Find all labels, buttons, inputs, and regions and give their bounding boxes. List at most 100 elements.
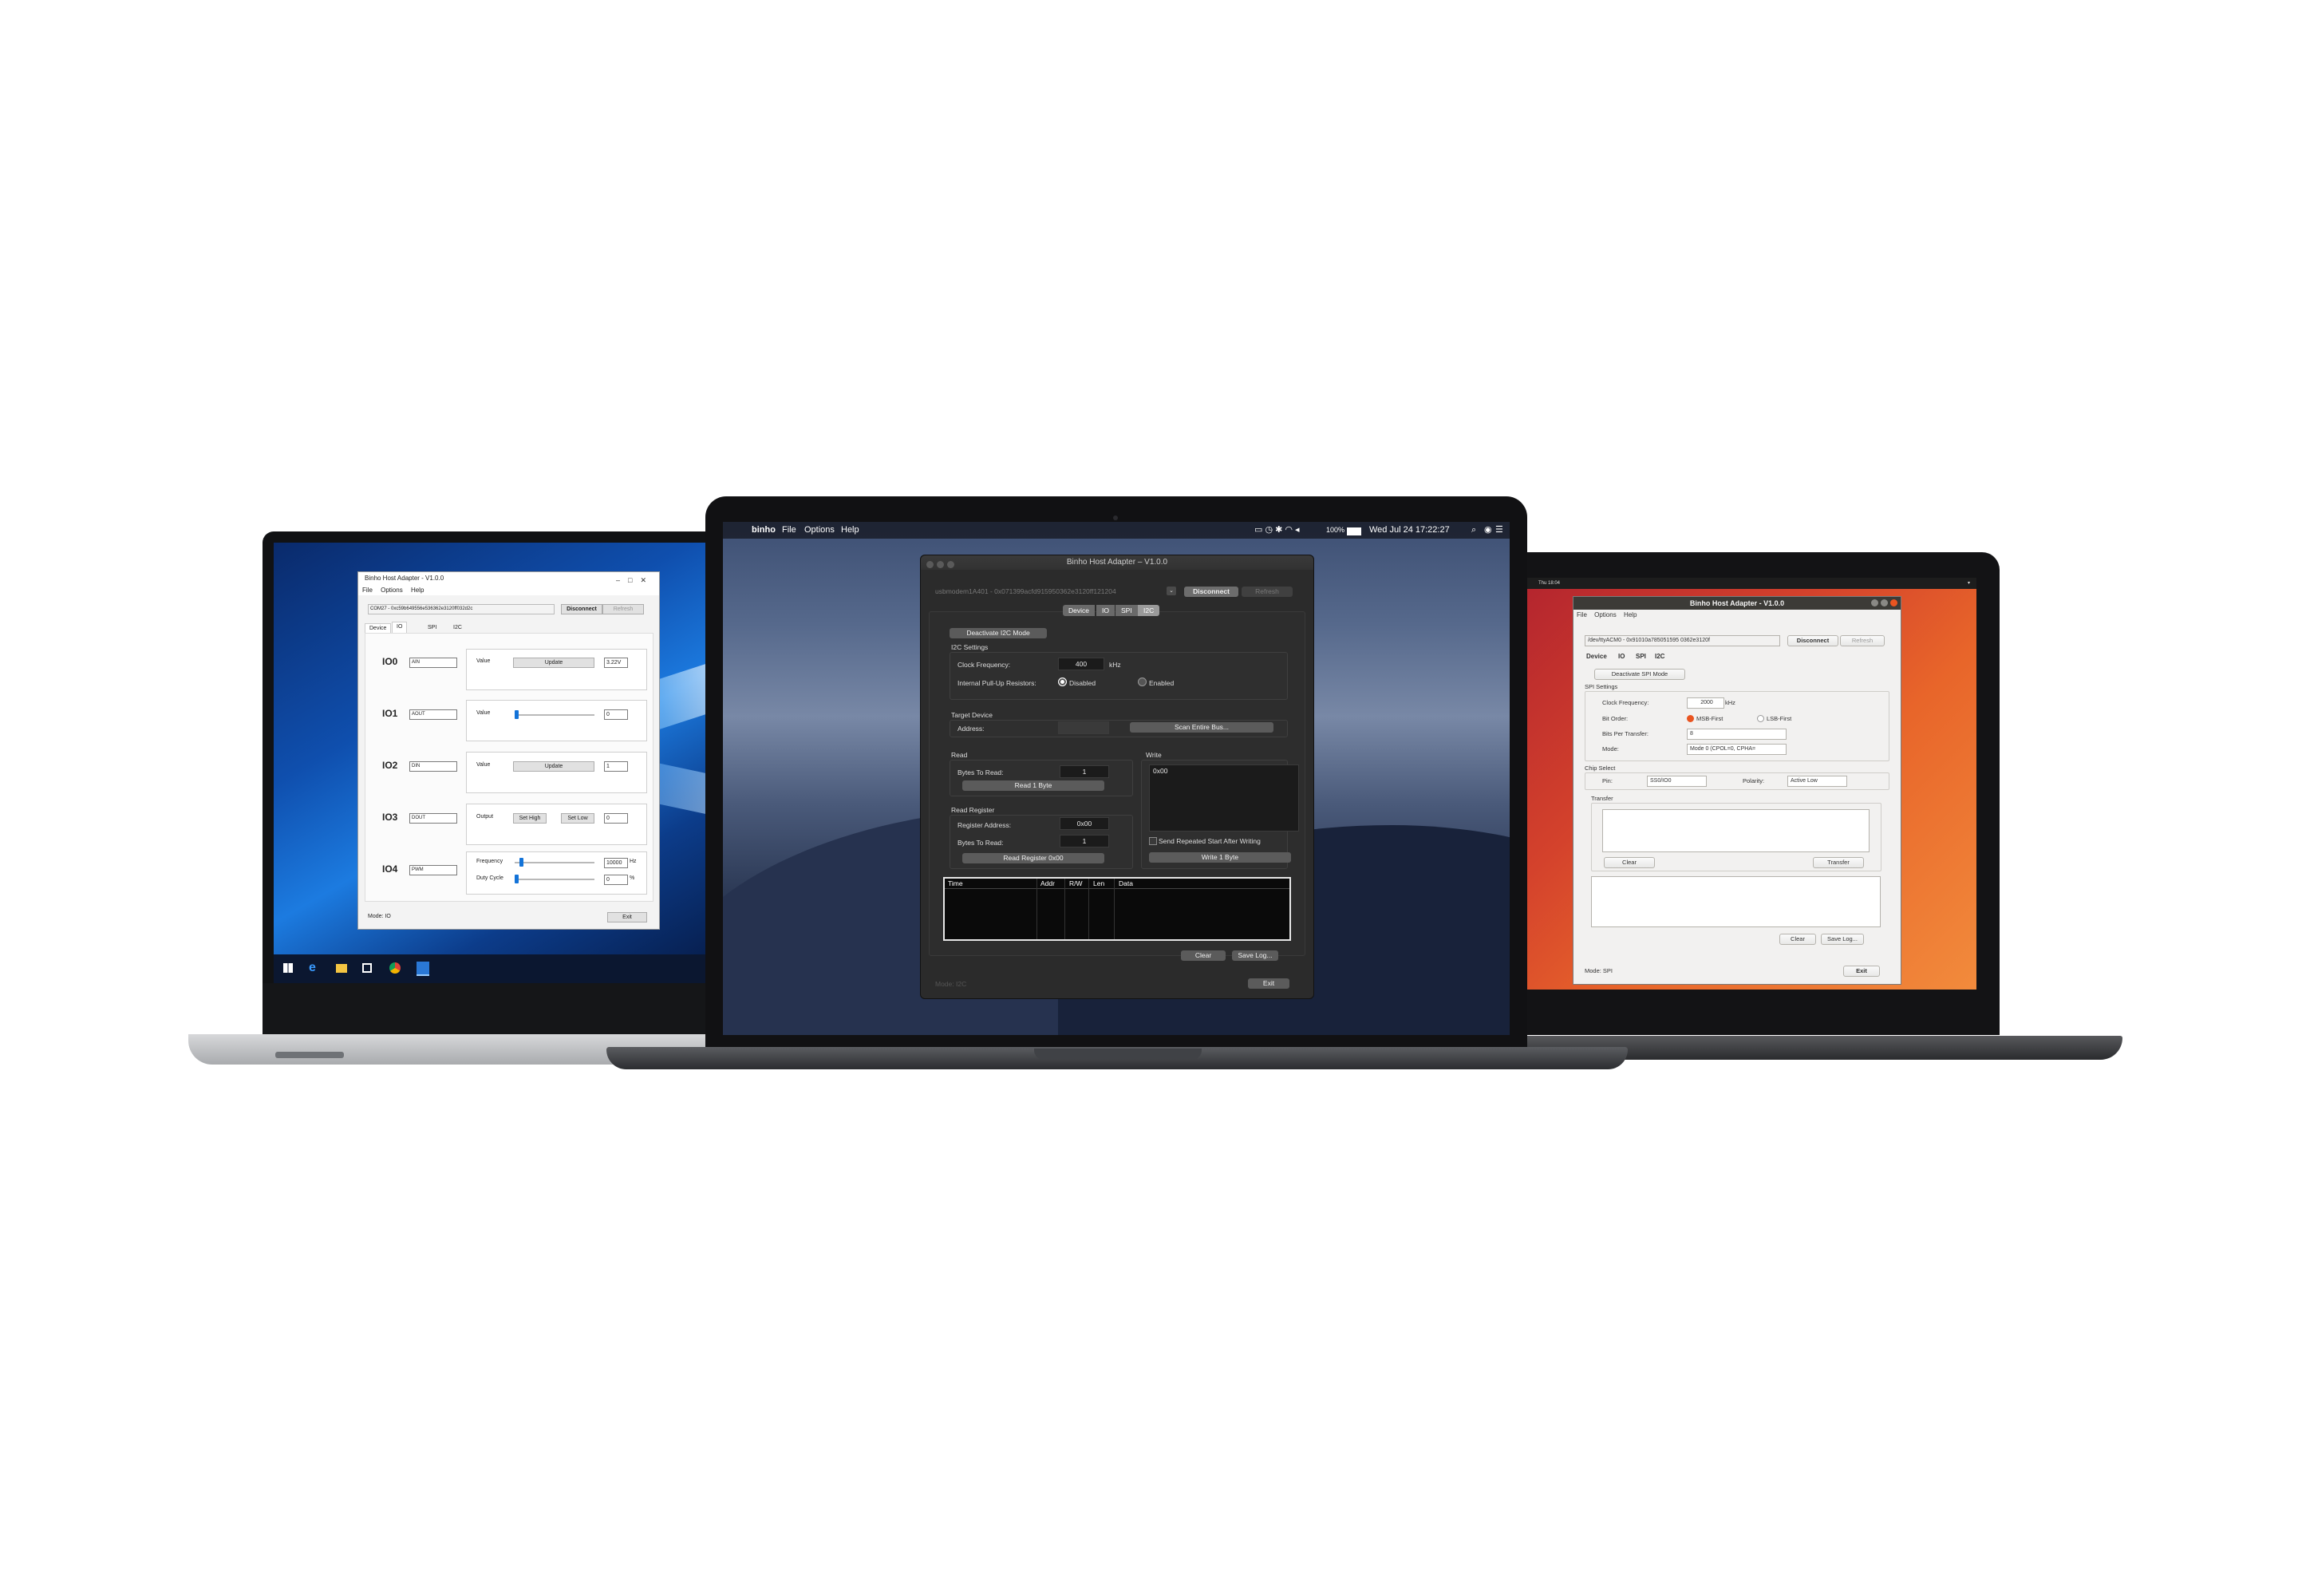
tab-io[interactable]: IO <box>392 622 408 634</box>
register-address-field[interactable]: 0x00 <box>1060 817 1109 830</box>
io4-duty-track[interactable] <box>515 879 594 880</box>
io0-update-button[interactable]: Update <box>513 658 594 668</box>
close-icon[interactable] <box>1890 599 1897 606</box>
io3-set-low-button[interactable]: Set Low <box>561 813 594 824</box>
refresh-button[interactable]: Refresh <box>1840 635 1885 646</box>
io4-frequency-field[interactable]: 10000 <box>604 858 628 868</box>
io3-set-high-button[interactable]: Set High <box>513 813 547 824</box>
pin-select[interactable]: SS0/IO0 <box>1647 776 1707 787</box>
clock-frequency-field[interactable]: 2000 <box>1687 697 1724 709</box>
tab-device[interactable]: Device <box>1063 605 1095 616</box>
io4-duty-thumb[interactable] <box>515 875 519 883</box>
tab-spi[interactable]: SPI <box>1636 653 1646 660</box>
binho-app-icon[interactable] <box>417 962 429 976</box>
read-byte-button[interactable]: Read 1 Byte <box>962 780 1104 791</box>
chrome-icon[interactable] <box>389 962 401 974</box>
window-titlebar[interactable]: Binho Host Adapter - V1.0.0 –□✕ <box>358 572 659 585</box>
spi-mode-select[interactable]: Mode 0 (CPOL=0, CPHA= <box>1687 744 1787 755</box>
io1-slider-track[interactable] <box>515 714 594 716</box>
disconnect-button[interactable]: Disconnect <box>561 604 602 614</box>
log-output[interactable] <box>1591 876 1881 927</box>
menu-help[interactable]: Help <box>411 587 424 594</box>
transaction-log-table[interactable]: Time Addr R/W Len Data <box>943 877 1291 941</box>
menubar-clock[interactable]: Wed Jul 24 17:22:27 <box>1369 522 1450 539</box>
transfer-data-field[interactable] <box>1602 809 1870 852</box>
edge-icon[interactable]: e <box>309 961 316 975</box>
mac-menu-options[interactable]: Options <box>804 522 835 539</box>
maximize-icon[interactable] <box>1881 599 1888 606</box>
bytes-to-read-field[interactable]: 1 <box>1060 765 1109 778</box>
disconnect-button[interactable]: Disconnect <box>1787 635 1838 646</box>
io2-mode-select[interactable]: DIN <box>409 761 457 772</box>
register-bytes-field[interactable]: 1 <box>1060 835 1109 847</box>
deactivate-spi-button[interactable]: Deactivate SPI Mode <box>1594 669 1685 680</box>
io4-mode-select[interactable]: PWM <box>409 865 457 875</box>
window-titlebar[interactable]: Binho Host Adapter - V1.0.0 <box>1573 597 1901 610</box>
address-field[interactable] <box>1058 721 1109 734</box>
transfer-button[interactable]: Transfer <box>1813 857 1864 868</box>
port-select[interactable]: /dev/ttyACM0 - 0x91010a785051595 0362e31… <box>1585 635 1780 646</box>
io0-mode-select[interactable]: AIN <box>409 658 457 668</box>
polarity-select[interactable]: Active Low <box>1787 776 1847 787</box>
io1-value-field[interactable]: 0 <box>604 709 628 720</box>
tab-device[interactable]: Device <box>1586 653 1607 660</box>
menu-file[interactable]: File <box>1577 611 1587 618</box>
ubuntu-system-menu-icon[interactable]: ▾ <box>1968 578 1970 589</box>
col-data[interactable]: Data <box>1119 879 1133 887</box>
lsb-first-radio[interactable] <box>1757 715 1764 722</box>
mac-menu-file[interactable]: File <box>782 522 796 539</box>
notification-center-icon[interactable]: ☰ <box>1495 522 1503 539</box>
pull-up-enabled-radio[interactable] <box>1138 678 1147 686</box>
io3-mode-select[interactable]: DOUT <box>409 813 457 824</box>
io4-frequency-track[interactable] <box>515 862 594 863</box>
folder-icon[interactable] <box>336 964 347 973</box>
write-byte-button[interactable]: Write 1 Byte <box>1149 852 1291 863</box>
store-icon[interactable] <box>362 963 372 973</box>
io1-slider-thumb[interactable] <box>515 710 519 719</box>
menu-options[interactable]: Options <box>1594 611 1617 618</box>
tab-io[interactable]: IO <box>1096 605 1115 616</box>
ubuntu-clock[interactable]: Thu 18:04 <box>1538 578 1560 589</box>
port-select[interactable]: COM27 - 0xc59b649556e536362e3120ff032d2c <box>368 604 555 614</box>
col-rw[interactable]: R/W <box>1069 879 1083 887</box>
mac-app-menu[interactable]: binho <box>752 522 776 539</box>
clear-log-button[interactable]: Clear <box>1181 950 1226 961</box>
windows-start-icon[interactable] <box>283 963 293 973</box>
siri-icon[interactable]: ◉ <box>1484 522 1492 539</box>
window-titlebar[interactable]: Binho Host Adapter – V1.0.0 <box>921 555 1313 570</box>
log-clear-button[interactable]: Clear <box>1779 934 1816 945</box>
tab-i2c[interactable]: I2C <box>1138 605 1160 616</box>
menu-options[interactable]: Options <box>381 587 403 594</box>
minimize-icon[interactable] <box>1871 599 1878 606</box>
write-data-field[interactable]: 0x00 <box>1149 764 1299 832</box>
tab-i2c[interactable]: I2C <box>1655 653 1664 660</box>
pull-up-disabled-radio[interactable] <box>1058 678 1067 686</box>
disconnect-button[interactable]: Disconnect <box>1184 587 1238 597</box>
tab-io[interactable]: IO <box>1618 653 1625 660</box>
tab-spi[interactable]: SPI <box>424 623 440 633</box>
msb-first-radio[interactable] <box>1687 715 1694 722</box>
col-addr[interactable]: Addr <box>1040 879 1055 887</box>
exit-button[interactable]: Exit <box>1843 966 1880 977</box>
tab-i2c[interactable]: I2C <box>449 623 466 633</box>
io2-update-button[interactable]: Update <box>513 761 594 772</box>
chevron-down-icon[interactable]: ⌄ <box>1167 587 1176 595</box>
exit-button[interactable]: Exit <box>607 912 647 922</box>
col-time[interactable]: Time <box>948 879 963 887</box>
col-len[interactable]: Len <box>1093 879 1104 887</box>
io4-duty-field[interactable]: 0 <box>604 875 628 885</box>
repeated-start-checkbox[interactable] <box>1149 837 1157 845</box>
read-register-button[interactable]: Read Register 0x00 <box>962 853 1104 863</box>
save-log-button[interactable]: Save Log... <box>1232 950 1278 961</box>
menu-help[interactable]: Help <box>1624 611 1637 618</box>
clock-frequency-field[interactable]: 400 <box>1058 658 1104 670</box>
deactivate-i2c-button[interactable]: Deactivate I2C Mode <box>950 628 1047 638</box>
port-select[interactable]: usbmodem1A401 - 0x071399acfd915950362e31… <box>935 587 1147 595</box>
exit-button[interactable]: Exit <box>1248 978 1289 989</box>
save-log-button[interactable]: Save Log... <box>1821 934 1864 945</box>
mac-menu-help[interactable]: Help <box>841 522 859 539</box>
scan-bus-button[interactable]: Scan Entire Bus... <box>1130 722 1273 733</box>
refresh-button[interactable]: Refresh <box>1242 587 1293 597</box>
traffic-lights[interactable] <box>926 559 958 574</box>
io1-mode-select[interactable]: AOUT <box>409 709 457 720</box>
